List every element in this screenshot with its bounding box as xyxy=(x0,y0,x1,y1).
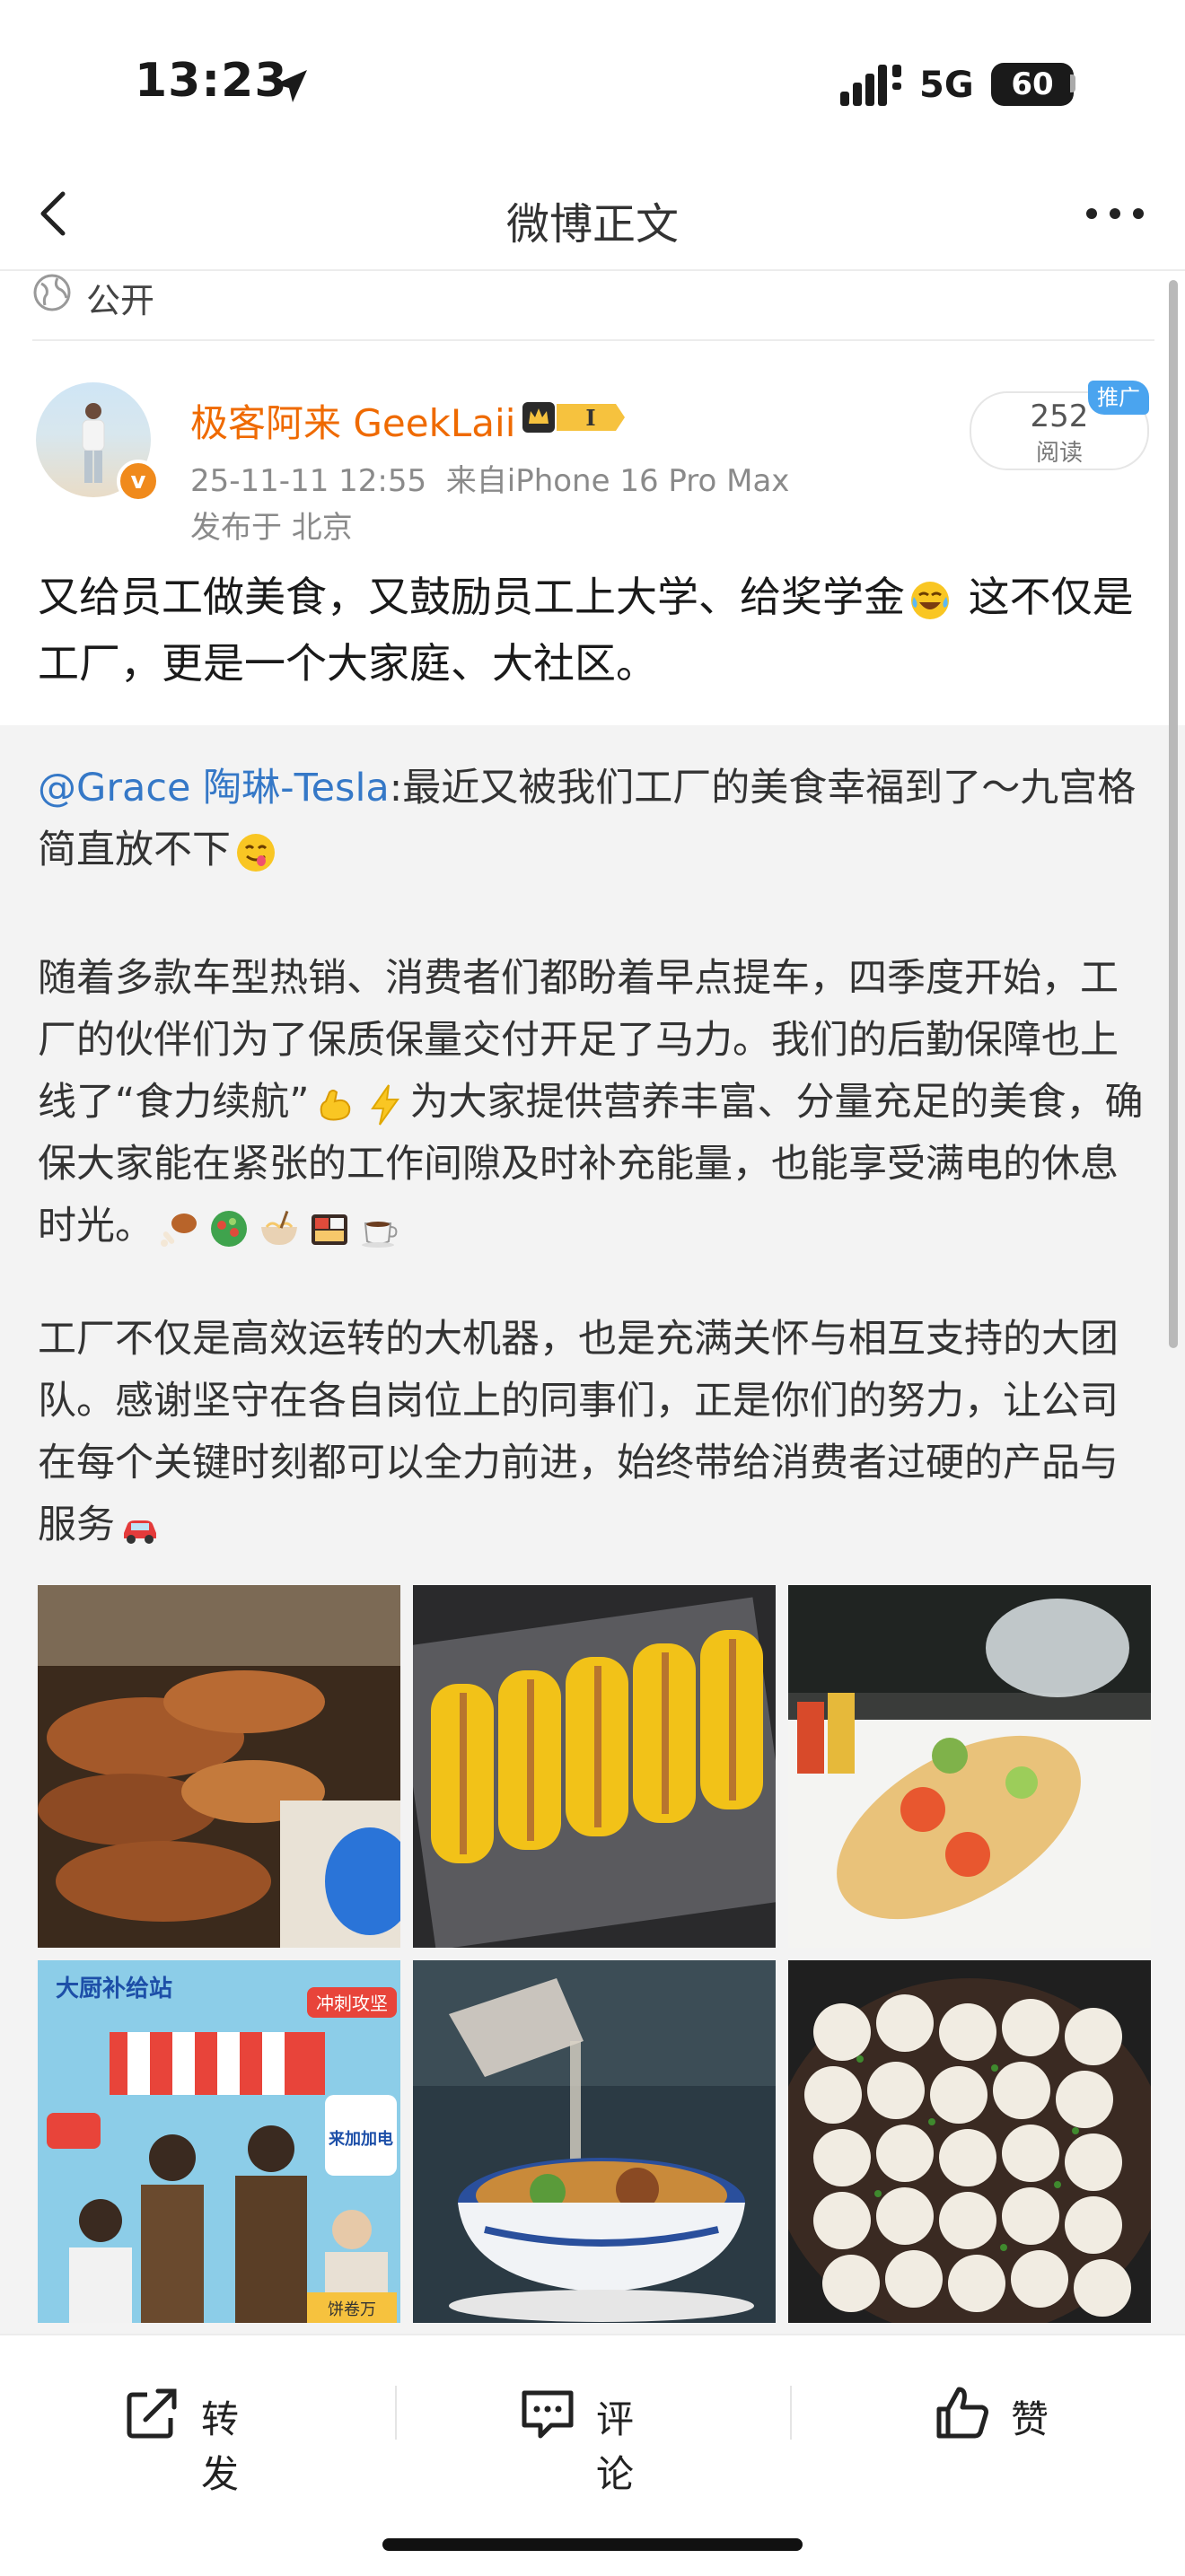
lightning-emoji-icon xyxy=(370,1083,399,1126)
image-tile-soup-bowl[interactable] xyxy=(413,1960,776,2323)
home-indicator[interactable] xyxy=(382,2538,803,2551)
like-label: 赞 xyxy=(1011,2397,1049,2441)
bento-emoji-icon xyxy=(312,1214,347,1245)
noodle-bowl-emoji-icon xyxy=(261,1210,297,1245)
salad-emoji-icon xyxy=(211,1210,247,1247)
nav-bar: 微博正文 xyxy=(0,162,1185,271)
status-bar: 13:23 5G 60 xyxy=(0,0,1185,162)
visibility-row: 公开 xyxy=(32,269,1154,341)
share-icon xyxy=(127,2388,177,2439)
divider xyxy=(790,2386,792,2440)
mention-link[interactable]: @Grace 陶琳-Tesla xyxy=(38,766,390,810)
level-text: I xyxy=(585,405,595,431)
verified-badge: v xyxy=(117,460,160,503)
post-meta: 25-11-11 12:55 来自iPhone 16 Pro Max xyxy=(190,456,789,500)
image-tile-staff-photo[interactable]: 大厨补给站 冲刺攻坚 来加加电 饼卷万 xyxy=(38,1960,400,2323)
repost-paragraph-3: 工厂不仅是高效运转的大机器，也是充满关怀与相互支持的大团队。感谢坚守在各自岗位上… xyxy=(38,1309,1154,1556)
repost-paragraph-2: 随着多款车型热销、消费者们都盼着早点提车，四季度开始，工厂的伙伴们为了保质保量交… xyxy=(38,948,1154,1257)
image-tile-roast-chicken[interactable] xyxy=(38,1585,400,1948)
coffee-emoji-icon xyxy=(362,1221,398,1248)
drumstick-emoji-icon xyxy=(161,1213,197,1247)
promo-tag: 推广 xyxy=(1088,381,1149,415)
laugh-cry-emoji-icon xyxy=(911,581,949,619)
post-timestamp: 25-11-11 12:55 xyxy=(190,463,427,499)
battery-level: 60 xyxy=(991,63,1074,106)
divider xyxy=(395,2386,397,2440)
comment-label: 评论 xyxy=(596,2397,635,2496)
status-time: 13:23 xyxy=(135,54,288,108)
network-type: 5G xyxy=(919,65,974,106)
image-tile-dumplings[interactable] xyxy=(788,1960,1151,2323)
crown-level-badge: I xyxy=(522,402,625,433)
img4-banner-text: 大厨补给站 xyxy=(56,1975,172,2002)
image-tile-toast-salad[interactable] xyxy=(788,1585,1151,1948)
battery-cap xyxy=(1070,74,1075,92)
more-icon[interactable] xyxy=(1083,187,1147,241)
comment-icon xyxy=(522,2390,574,2439)
post-location: 发布于 北京 xyxy=(190,510,353,546)
image-tile-corn-sandwiches[interactable] xyxy=(413,1585,776,1948)
post-text: 又给员工做美食，又鼓励员工上大学、给奖学金 这不仅是工厂，更是一个大家庭、大社区… xyxy=(38,564,1151,697)
visibility-label: 公开 xyxy=(86,281,155,320)
post-source: 来自iPhone 16 Pro Max xyxy=(445,463,790,499)
repost-label: 转发 xyxy=(201,2397,240,2496)
yummy-face-emoji-icon xyxy=(237,833,275,872)
car-emoji-icon xyxy=(124,1520,156,1544)
author-name[interactable]: 极客阿来 GeekLaii xyxy=(190,393,515,448)
read-label: 阅读 xyxy=(1035,440,1083,467)
repost-line1: @Grace 陶琳-Tesla:最近又被我们工厂的美食幸福到了～九宫格简直放不下 xyxy=(38,758,1154,881)
signal-icon xyxy=(840,65,901,106)
img4-sign2-text: 饼卷万 xyxy=(328,2300,376,2319)
muscle-emoji-icon xyxy=(320,1089,350,1120)
location-arrow-icon xyxy=(275,70,307,102)
globe-icon xyxy=(33,274,71,311)
scrollbar[interactable] xyxy=(1169,280,1178,1348)
img4-sign-text: 来加加电 xyxy=(328,2129,393,2149)
avatar-person xyxy=(82,403,105,483)
repost-para3: 工厂不仅是高效运转的大机器，也是充满关怀与相互支持的大团队。感谢坚守在各自岗位上… xyxy=(38,1317,1119,1547)
post-text-part1: 又给员工做美食，又鼓励员工上大学、给奖学金 xyxy=(38,573,905,621)
page-title: 微博正文 xyxy=(505,199,679,250)
thumbs-up-icon xyxy=(936,2387,988,2439)
img4-tag-text: 冲刺攻坚 xyxy=(316,1993,388,2014)
